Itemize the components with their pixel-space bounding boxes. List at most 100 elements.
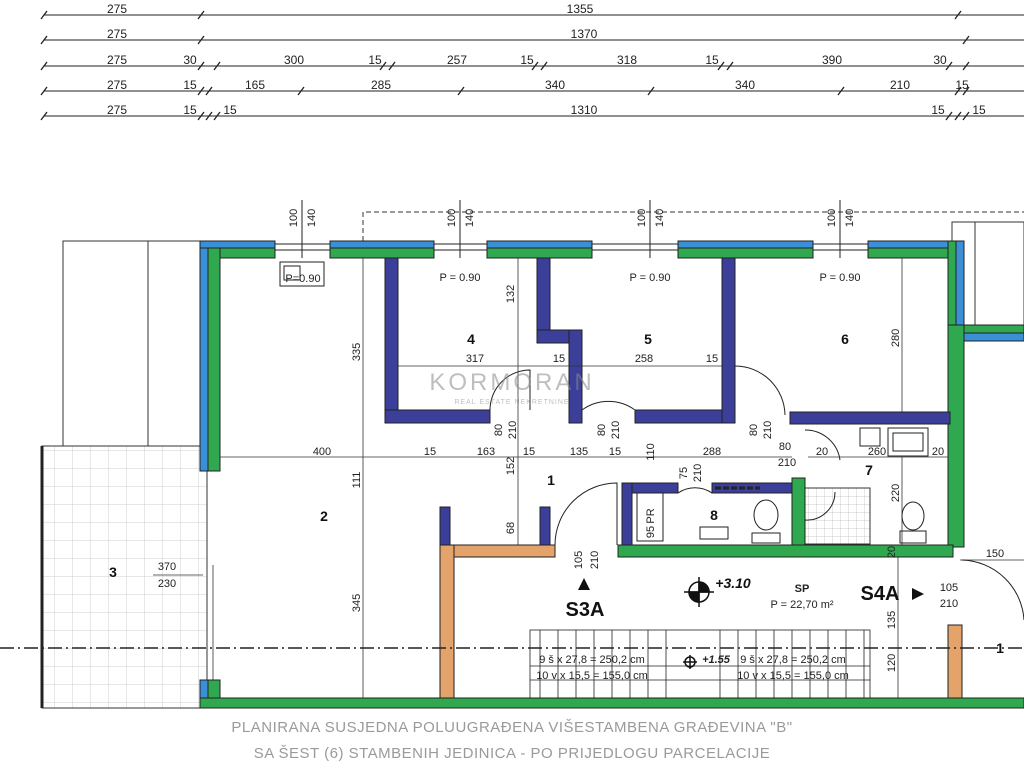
landing-level: +3.10 <box>715 575 751 591</box>
dim-row4-b: 15 <box>183 78 197 92</box>
svg-text:220: 220 <box>890 484 902 502</box>
floor-plan: 275 1355 275 1370 275 30 300 15 257 15 3… <box>0 2 1024 709</box>
room-7-label: 7 <box>865 462 873 478</box>
dim-row2-a: 275 <box>107 27 127 41</box>
svg-text:140: 140 <box>844 209 856 227</box>
svg-text:317: 317 <box>466 353 484 365</box>
terrace-3-floor <box>41 445 208 709</box>
svg-text:+1.55: +1.55 <box>702 654 731 666</box>
svg-text:REAL ESTATE NEKRETNINE: REAL ESTATE NEKRETNINE <box>454 399 569 406</box>
stair-labels: S3A S4A 9 š x 27,8 = 250,2 cm 10 v x 15,… <box>536 575 899 682</box>
dim-row4-c: 165 <box>245 78 265 92</box>
dim-row2-b: 1370 <box>571 27 598 41</box>
dim-row4-f: 340 <box>735 78 755 92</box>
svg-text:140: 140 <box>464 209 476 227</box>
footer-note-line1: PLANIRANA SUSJEDNA POLUUGRAĐENA VIŠESTAM… <box>231 719 793 736</box>
dim-row3-g: 318 <box>617 53 637 67</box>
svg-text:15: 15 <box>706 353 718 365</box>
parapet-labels: P = 0.90 P = 0.90 P = 0.90 P=0.90 <box>285 272 860 285</box>
dim-row3-j: 30 <box>933 53 947 67</box>
svg-text:152: 152 <box>505 457 517 475</box>
svg-text:345: 345 <box>351 594 363 612</box>
svg-text:258: 258 <box>635 353 653 365</box>
svg-text:210: 210 <box>762 421 774 439</box>
svg-text:95: 95 <box>645 526 657 538</box>
svg-text:140: 140 <box>654 209 666 227</box>
dim-row5-c: 15 <box>223 103 237 117</box>
svg-text:9 š x 27,8 = 250,2 cm: 9 š x 27,8 = 250,2 cm <box>740 654 845 666</box>
room-8-label: 8 <box>710 507 718 523</box>
svg-text:210: 210 <box>589 551 601 569</box>
bathroom-7-floor <box>804 487 871 545</box>
room-5-label: 5 <box>644 331 652 347</box>
svg-text:163: 163 <box>477 446 495 458</box>
dim-row3-c: 300 <box>284 53 304 67</box>
dim-row1-b: 1355 <box>567 2 594 16</box>
svg-text:105: 105 <box>940 582 958 594</box>
svg-text:132: 132 <box>505 285 517 303</box>
svg-text:210: 210 <box>610 421 622 439</box>
room-1-label: 1 <box>547 472 555 488</box>
svg-text:P = 0.90: P = 0.90 <box>629 272 670 284</box>
svg-text:288: 288 <box>703 446 721 458</box>
dim-row4-e: 340 <box>545 78 565 92</box>
svg-text:68: 68 <box>505 522 517 534</box>
stair-s4a-label: S4A <box>861 583 900 605</box>
svg-text:260: 260 <box>868 446 886 458</box>
dim-row3-h: 15 <box>705 53 719 67</box>
svg-text:210: 210 <box>940 598 958 610</box>
svg-text:100: 100 <box>288 209 300 227</box>
dim-row4-a: 275 <box>107 78 127 92</box>
svg-text:75: 75 <box>678 467 690 479</box>
svg-text:P=0.90: P=0.90 <box>285 273 320 285</box>
svg-text:100: 100 <box>826 209 838 227</box>
svg-text:135: 135 <box>570 446 588 458</box>
svg-text:140: 140 <box>306 209 318 227</box>
svg-text:80: 80 <box>493 424 505 436</box>
svg-text:15: 15 <box>424 446 436 458</box>
dim-row4-h: 15 <box>955 78 969 92</box>
dim-row3-i: 390 <box>822 53 842 67</box>
svg-text:9 š x 27,8 = 250,2 cm: 9 š x 27,8 = 250,2 cm <box>539 654 644 666</box>
svg-text:10 v x 15,5 = 155,0 cm: 10 v x 15,5 = 155,0 cm <box>536 670 648 682</box>
dim-row1-a: 275 <box>107 2 127 16</box>
svg-text:15: 15 <box>609 446 621 458</box>
svg-text:P = 0.90: P = 0.90 <box>819 272 860 284</box>
room-6-label: 6 <box>841 331 849 347</box>
room-2-label: 2 <box>320 508 328 524</box>
dim-row3-b: 30 <box>183 53 197 67</box>
svg-text:210: 210 <box>507 421 519 439</box>
svg-text:100: 100 <box>446 209 458 227</box>
svg-text:135: 135 <box>886 611 898 629</box>
guide-lines <box>153 258 1024 698</box>
stair-s3a-label: S3A <box>566 599 605 621</box>
svg-text:105: 105 <box>573 551 585 569</box>
room-3-label: 3 <box>109 564 117 580</box>
svg-text:120: 120 <box>886 654 898 672</box>
svg-text:20: 20 <box>886 546 898 558</box>
landing-area: P = 22,70 m² <box>770 599 833 611</box>
svg-text:111: 111 <box>351 472 363 489</box>
svg-text:400: 400 <box>313 446 331 458</box>
dim-row3-f: 15 <box>520 53 534 67</box>
room-1-right-label: 1 <box>996 640 1004 656</box>
interior-dims: 317 15 258 15 400 15 163 15 135 15 288 2… <box>313 285 1004 672</box>
svg-text:P = 0.90: P = 0.90 <box>439 272 480 284</box>
svg-text:PR: PR <box>645 508 657 523</box>
svg-text:150: 150 <box>986 548 1004 560</box>
svg-text:KORMORAN: KORMORAN <box>429 369 594 396</box>
svg-text:110: 110 <box>645 443 657 461</box>
dim-row5-b: 15 <box>183 103 197 117</box>
svg-text:210: 210 <box>692 464 704 482</box>
footer-note-line2: SA ŠEST (6) STAMBENIH JEDINICA - PO PRIJ… <box>253 745 771 762</box>
room-4-label: 4 <box>467 331 475 347</box>
svg-text:80: 80 <box>596 424 608 436</box>
svg-text:20: 20 <box>932 446 944 458</box>
svg-text:280: 280 <box>890 329 902 347</box>
dim-row5-f: 15 <box>972 103 986 117</box>
dim-row5-a: 275 <box>107 103 127 117</box>
svg-text:15: 15 <box>553 353 565 365</box>
dim-row5-e: 15 <box>931 103 945 117</box>
svg-text:370: 370 <box>158 561 176 573</box>
svg-text:20: 20 <box>816 446 828 458</box>
